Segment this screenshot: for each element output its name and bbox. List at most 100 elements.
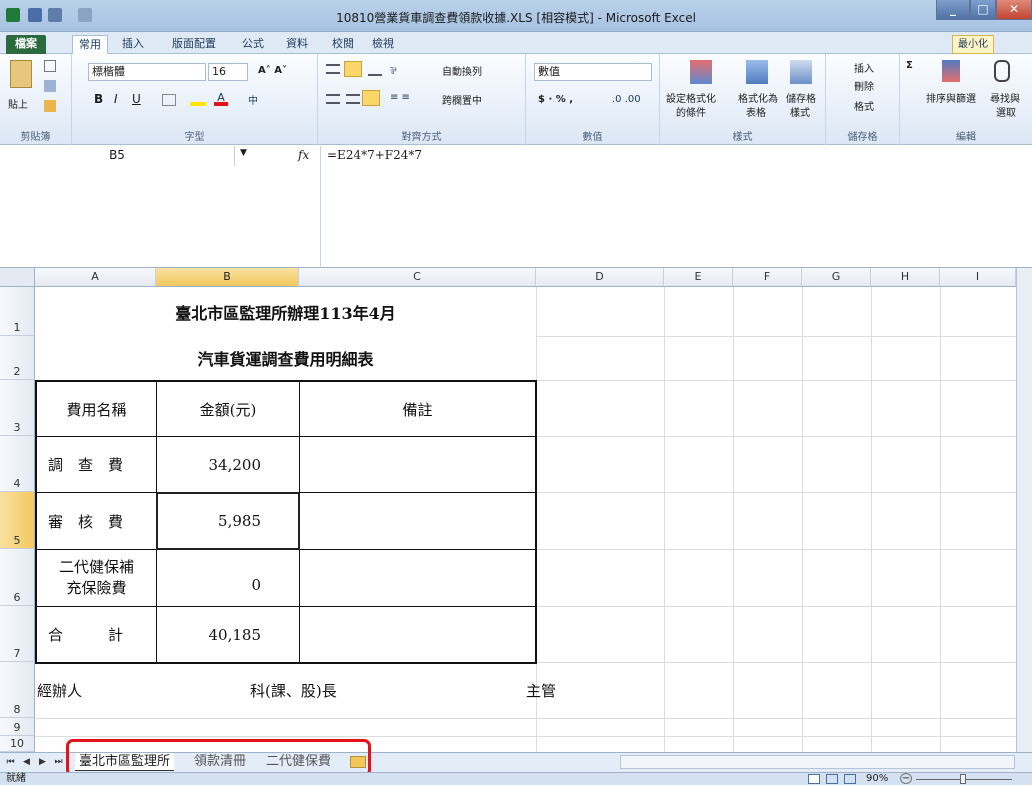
row-header[interactable]: 6: [0, 549, 35, 606]
align-middle-icon[interactable]: [344, 61, 362, 77]
decimal-icon[interactable]: .0 .00: [612, 94, 641, 105]
zoom-out-icon[interactable]: −: [900, 773, 912, 784]
row-header[interactable]: 3: [0, 380, 35, 436]
minimize-ribbon-button[interactable]: 最小化: [952, 35, 994, 54]
cell-styles-label[interactable]: 儲存格: [786, 90, 816, 105]
column-header[interactable]: A: [35, 268, 156, 287]
first-sheet-icon[interactable]: ⏮: [4, 755, 17, 769]
row-header[interactable]: 9: [0, 718, 35, 736]
orientation-icon[interactable]: ⅌: [390, 63, 397, 77]
select-all-corner[interactable]: [0, 268, 35, 287]
align-right-icon[interactable]: [362, 90, 380, 106]
vertical-scrollbar[interactable]: [1016, 268, 1032, 752]
wrap-text-button[interactable]: 自動換列: [442, 63, 482, 78]
column-header[interactable]: H: [871, 268, 940, 287]
number-format-select[interactable]: 數值: [534, 63, 652, 81]
row-header[interactable]: 2: [0, 336, 35, 380]
tab-view[interactable]: 檢視: [368, 35, 398, 54]
maximize-window-button[interactable]: □: [970, 0, 996, 20]
format-table-label[interactable]: 格式化為: [738, 90, 778, 105]
fill-color-icon[interactable]: [190, 94, 206, 106]
zoom-slider-thumb[interactable]: [960, 774, 966, 784]
row-survey-fee-name[interactable]: 調 查 費: [48, 437, 156, 492]
bold-button[interactable]: B: [94, 92, 103, 106]
row-review-fee-amount[interactable]: 5,985: [157, 493, 261, 549]
conditional-format-icon[interactable]: [690, 60, 712, 84]
column-header[interactable]: D: [536, 268, 664, 287]
tab-home[interactable]: 常用: [72, 35, 108, 54]
font-grow-icon[interactable]: A˄ A˅: [258, 65, 287, 76]
row-total-amount[interactable]: 40,185: [157, 607, 262, 662]
signer-clerk[interactable]: 經辦人: [37, 678, 82, 702]
copy-icon[interactable]: [44, 80, 56, 92]
row-nhi-fee-amount[interactable]: 0: [157, 550, 261, 606]
row-nhi-fee-name[interactable]: 二代健保補 充保險費: [37, 550, 156, 606]
row-header[interactable]: 8: [0, 662, 35, 718]
sort-filter-icon[interactable]: [942, 60, 960, 82]
column-header[interactable]: C: [299, 268, 536, 287]
tab-page-layout[interactable]: 版面配置: [166, 35, 222, 54]
name-box[interactable]: B5: [0, 146, 235, 166]
cut-icon[interactable]: [44, 60, 56, 72]
underline-button[interactable]: U: [132, 92, 141, 106]
indent-icon[interactable]: ≡ ≡: [390, 92, 410, 103]
row-header[interactable]: 10: [0, 736, 35, 752]
cell-styles-icon[interactable]: [790, 60, 812, 84]
worksheet-grid[interactable]: A B C D E F G H I 1 2 3 4 5 6 7 8 9 10 臺…: [0, 268, 1032, 752]
find-select-button[interactable]: 尋找與: [990, 90, 1020, 105]
format-table-icon[interactable]: [746, 60, 768, 84]
column-header[interactable]: I: [940, 268, 1016, 287]
format-painter-icon[interactable]: [44, 100, 56, 112]
row-header[interactable]: 1: [0, 287, 35, 336]
find-icon[interactable]: [994, 60, 1010, 82]
tab-insert[interactable]: 插入: [118, 35, 148, 54]
header-amount[interactable]: 金額(元): [157, 382, 299, 436]
name-box-dropdown-icon[interactable]: ▼: [240, 148, 247, 158]
formula-input[interactable]: =E24*7+F24*7: [320, 146, 1032, 268]
font-color-icon[interactable]: A: [214, 92, 228, 106]
tab-review[interactable]: 校閱: [328, 35, 358, 54]
insert-cells-button[interactable]: 插入: [854, 60, 874, 75]
tab-formulas[interactable]: 公式: [238, 35, 268, 54]
sort-filter-button[interactable]: 排序與篩選: [926, 90, 976, 105]
normal-view-icon[interactable]: [808, 774, 820, 784]
column-header[interactable]: B: [156, 268, 299, 287]
signer-section-chief[interactable]: 科(課、股)長: [250, 678, 337, 702]
page-layout-view-icon[interactable]: [826, 774, 838, 784]
cond-format-label[interactable]: 設定格式化: [666, 90, 716, 105]
align-bottom-icon[interactable]: [368, 66, 382, 76]
tab-file[interactable]: 檔案: [6, 35, 46, 54]
column-header[interactable]: E: [664, 268, 733, 287]
column-header[interactable]: G: [802, 268, 871, 287]
row-review-fee-name[interactable]: 審 核 費: [48, 493, 156, 549]
tab-data[interactable]: 資料: [282, 35, 312, 54]
next-sheet-icon[interactable]: ▶: [36, 755, 49, 769]
border-icon[interactable]: [162, 94, 176, 106]
format-table-label-2[interactable]: 表格: [746, 104, 766, 119]
signer-supervisor[interactable]: 主管: [526, 678, 556, 702]
horizontal-scrollbar[interactable]: [620, 755, 1015, 769]
autosum-icon[interactable]: Σ: [906, 60, 913, 71]
row-total-name[interactable]: 合 計: [48, 607, 156, 662]
merge-center-button[interactable]: 跨欄置中: [442, 92, 482, 107]
close-window-button[interactable]: ✕: [996, 0, 1032, 20]
find-select-label-2[interactable]: 選取: [996, 104, 1016, 119]
page-break-view-icon[interactable]: [844, 774, 856, 784]
prev-sheet-icon[interactable]: ◀: [20, 755, 33, 769]
sheet-subtitle[interactable]: 汽車貨運調查費用明細表: [35, 336, 536, 380]
fx-icon[interactable]: fx: [298, 148, 309, 162]
align-center-icon[interactable]: [346, 94, 360, 104]
cell-styles-label-2[interactable]: 樣式: [790, 104, 810, 119]
delete-cells-button[interactable]: 刪除: [854, 78, 874, 93]
row-header[interactable]: 4: [0, 436, 35, 492]
header-fee-name[interactable]: 費用名稱: [37, 382, 156, 436]
paste-icon[interactable]: [10, 60, 32, 88]
align-left-icon[interactable]: [326, 94, 340, 104]
column-header[interactable]: F: [733, 268, 802, 287]
font-size-select[interactable]: 16: [208, 63, 248, 81]
paste-button[interactable]: 貼上: [8, 96, 28, 111]
zoom-level[interactable]: 90%: [866, 773, 888, 785]
row-header[interactable]: 7: [0, 606, 35, 662]
italic-button[interactable]: I: [114, 92, 118, 106]
header-note[interactable]: 備註: [300, 382, 535, 436]
